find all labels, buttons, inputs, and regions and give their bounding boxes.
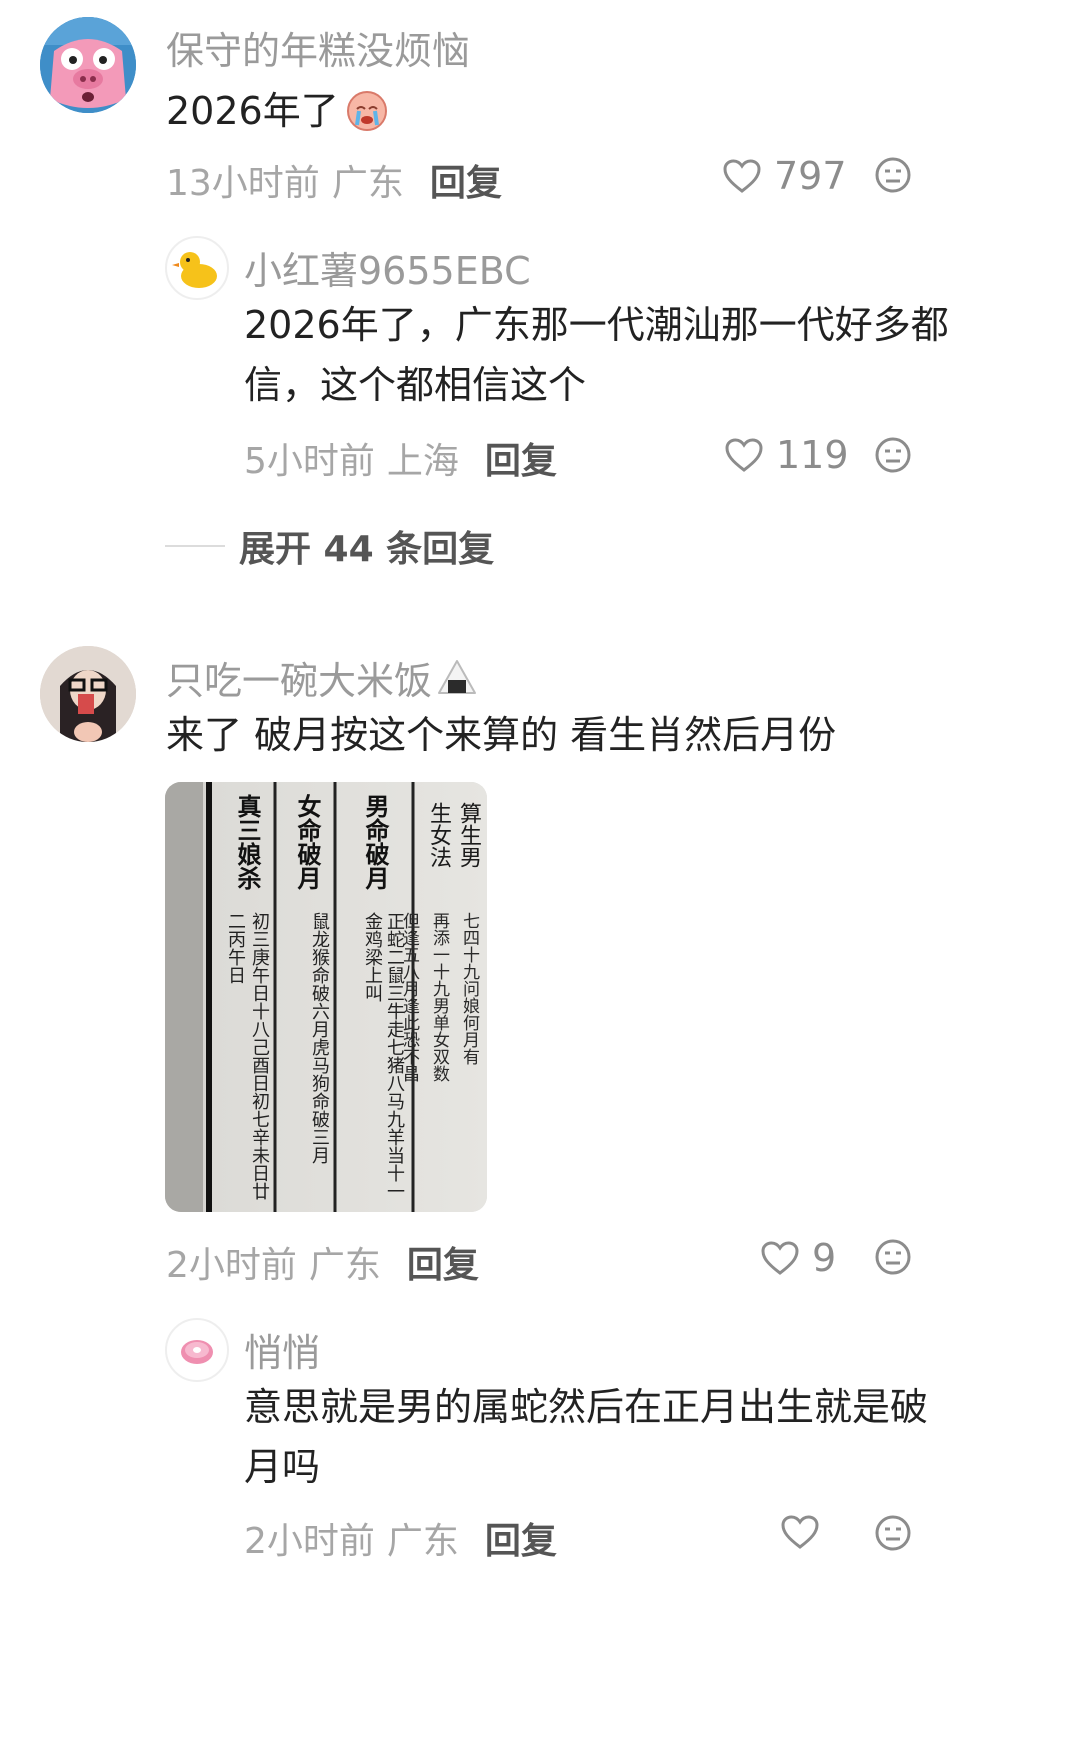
comment-location: 广东: [308, 1245, 381, 1286]
heart-icon: [781, 1515, 819, 1549]
reply-username[interactable]: 悄悄: [244, 1322, 320, 1377]
image-column-title: 男命破月: [361, 794, 390, 890]
reply-button[interactable]: 回复: [407, 1236, 479, 1288]
like-count: 797: [774, 154, 847, 198]
like-button[interactable]: 797: [722, 154, 847, 198]
image-column-title: 生女法: [426, 802, 451, 868]
reply-avatar[interactable]: [165, 236, 229, 300]
reply-time: 5小时前: [244, 441, 375, 482]
comment-time: 13小时前: [166, 163, 320, 204]
like-button[interactable]: [780, 1514, 820, 1550]
cartoon-pig-avatar-icon: [40, 17, 136, 113]
reply-button[interactable]: 回复: [485, 432, 557, 484]
girl-photo-avatar-icon: [40, 646, 136, 742]
image-column-title: 算生男: [456, 802, 481, 868]
avatar[interactable]: [40, 17, 136, 113]
dislike-face-icon[interactable]: [874, 156, 912, 194]
reply-location: 广东: [386, 1521, 459, 1562]
crying-face-emoji-icon: [345, 89, 389, 133]
comment-username[interactable]: 只吃一碗大米饭: [166, 650, 432, 705]
dislike-face-icon[interactable]: [874, 1514, 912, 1552]
comment-username[interactable]: 保守的年糕没烦恼: [166, 20, 470, 75]
dislike-face-icon[interactable]: [874, 1238, 912, 1276]
comment-time: 2小时前: [166, 1245, 297, 1286]
reply-button[interactable]: 回复: [430, 154, 502, 206]
reply-text-line-2: 信，这个都相信这个: [244, 363, 587, 407]
heart-icon: [760, 1240, 800, 1276]
like-button[interactable]: 9: [760, 1236, 836, 1280]
image-column-body: 七四十九问娘何月有: [459, 912, 479, 1065]
image-column-body: 再添一十九男单女双数: [429, 912, 449, 1082]
expand-replies-label[interactable]: 展开 44 条回复: [239, 520, 494, 572]
image-column-body: 正蛇二鼠三牛走七猪八马九羊当十一金鸡梁上叫: [362, 912, 405, 1200]
pink-donut-avatar-icon: [181, 1340, 213, 1364]
avatar[interactable]: [40, 646, 136, 742]
yellow-duck-avatar-icon: [172, 252, 217, 288]
comment-text: 2026年了: [166, 89, 339, 133]
comment-text: 来了 破月按这个来算的 看生肖然后月份: [166, 713, 837, 757]
reply-text-line-1: 意思就是男的属蛇然后在正月出生就是破: [244, 1385, 929, 1429]
image-column-body: 鼠龙猴命破六月虎马狗命破三月: [309, 912, 330, 1164]
expand-replies[interactable]: 展开 44 条回复: [165, 520, 494, 572]
reply-location: 上海: [386, 441, 459, 482]
heart-icon: [724, 437, 764, 473]
reply-button[interactable]: 回复: [485, 1512, 557, 1564]
image-column-body: 初三庚午日十八己酉日初七辛未日廿二丙午日: [225, 912, 270, 1200]
reply-time: 2小时前: [244, 1521, 375, 1562]
image-column-title: 真三娘杀: [233, 794, 262, 890]
reply-text-line-1: 2026年了，广东那一代潮汕那一代好多都: [244, 303, 949, 347]
image-column-title: 女命破月: [293, 794, 322, 890]
expand-divider: [165, 545, 225, 547]
like-count: 119: [776, 433, 849, 477]
attached-image[interactable]: 算生男 七四十九问娘何月有 生女法 再添一十九男单女双数 但逢五八月逢此恐不昌 …: [165, 782, 487, 1212]
like-count: 9: [812, 1236, 837, 1280]
dislike-face-icon[interactable]: [874, 436, 912, 474]
comment-location: 广东: [331, 163, 404, 204]
reply-username[interactable]: 小红薯9655EBC: [244, 240, 531, 295]
reply-text-line-2: 月吗: [244, 1445, 321, 1489]
reply-avatar[interactable]: [165, 1318, 229, 1382]
heart-icon: [722, 158, 762, 194]
like-button[interactable]: 119: [724, 433, 849, 477]
rice-ball-emoji-icon: [436, 658, 478, 698]
